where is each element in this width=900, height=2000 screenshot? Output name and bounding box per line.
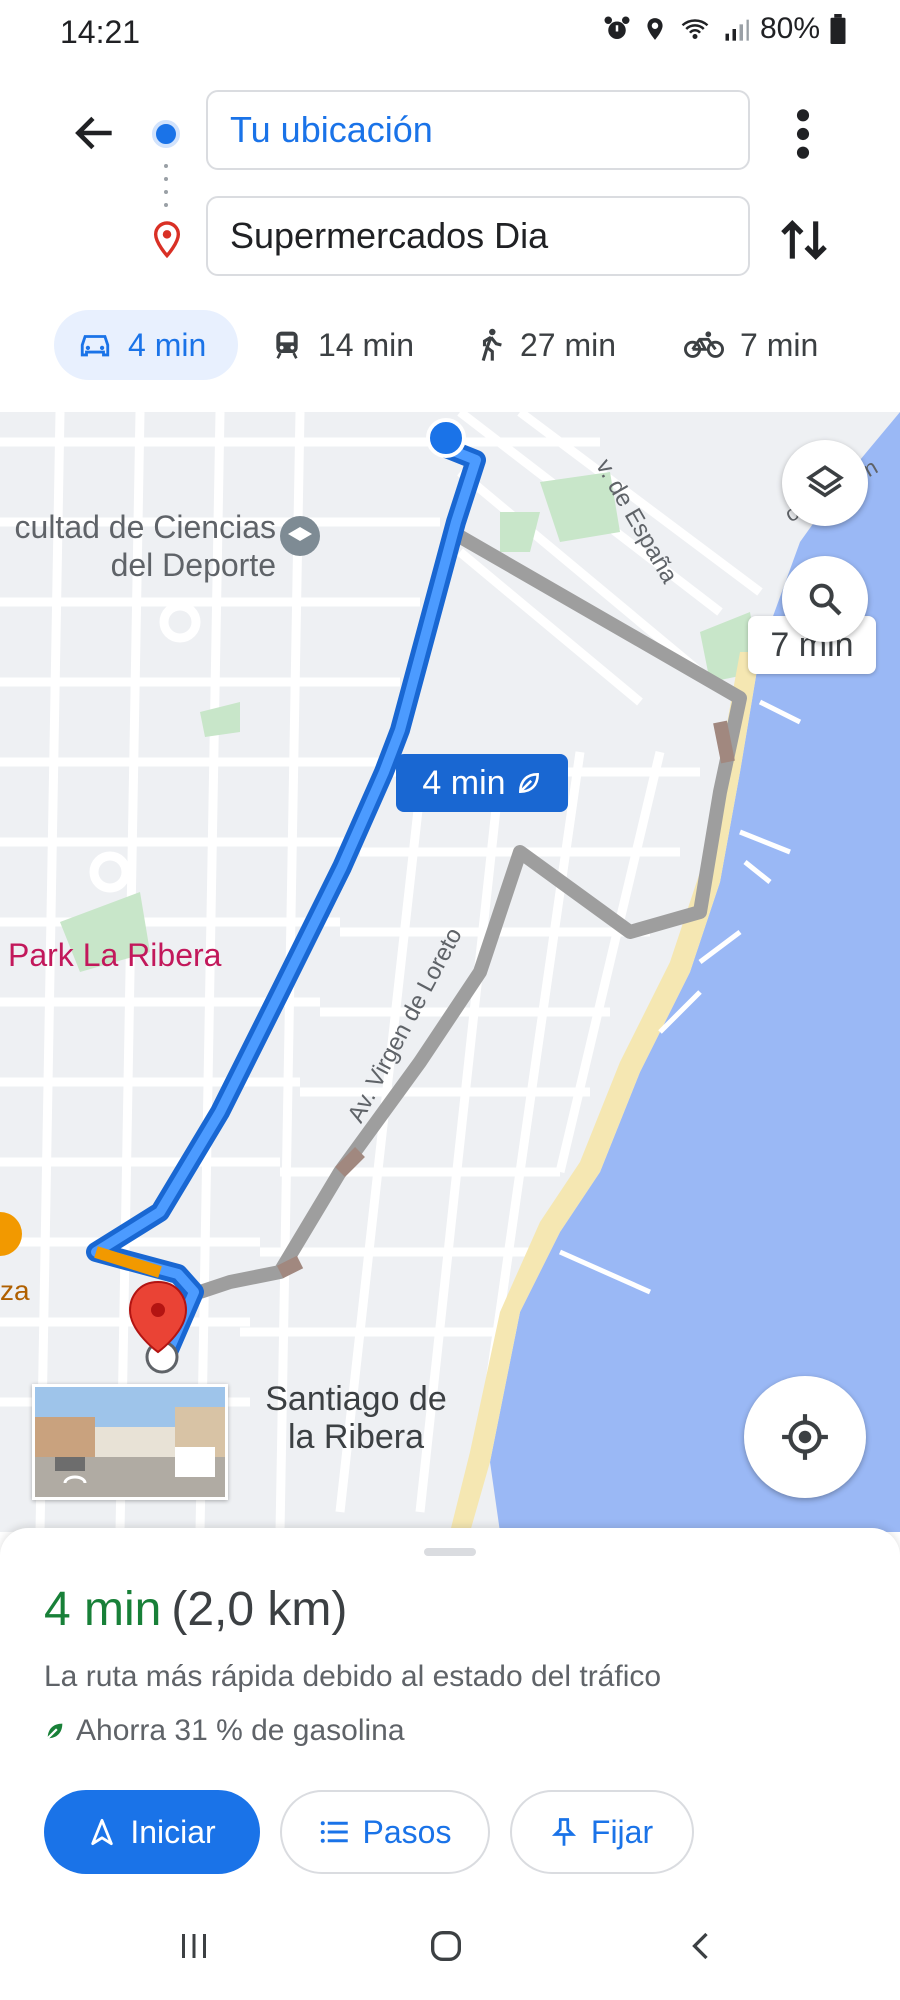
tab-walking[interactable]: 27 min	[478, 310, 616, 380]
map-search-button[interactable]	[782, 556, 868, 642]
tab-driving[interactable]: 4 min	[54, 310, 238, 380]
search-icon	[809, 583, 842, 616]
list-icon	[320, 1821, 348, 1843]
route-time-badge[interactable]: 4 min	[396, 754, 568, 812]
pin-button[interactable]: Fijar	[510, 1790, 694, 1874]
origin-dot-icon	[152, 120, 180, 148]
walk-icon	[481, 328, 502, 362]
eco-leaf-icon	[518, 773, 539, 793]
directions-header: Tu ubicación Supermercados Dia 4 min 14 …	[0, 66, 900, 412]
map-label-park: Park La Ribera	[8, 937, 222, 973]
destination-input[interactable]: Supermercados Dia	[206, 196, 750, 276]
my-location-icon	[782, 1414, 828, 1460]
tab-walking-label: 27 min	[520, 326, 617, 363]
swap-vert-icon[interactable]	[776, 212, 832, 268]
tab-cycling[interactable]: 7 min	[684, 310, 818, 380]
route-duration: 4 min	[44, 1583, 162, 1636]
system-nav-bar	[0, 1900, 900, 2000]
navigation-arrow-icon	[91, 1818, 114, 1846]
back-nav-icon[interactable]	[684, 1928, 720, 1964]
tab-transit-label: 14 min	[318, 326, 415, 363]
route-time-badge-label: 4 min	[422, 763, 506, 802]
layers-button[interactable]	[782, 440, 868, 526]
travel-mode-tabs: 4 min 14 min 27 min 7 min	[54, 310, 854, 380]
map-label-santiago: Santiago de la Ribera	[265, 1380, 447, 1456]
street-view-thumbnail[interactable]	[32, 1384, 228, 1500]
back-arrow-icon[interactable]	[70, 108, 120, 158]
status-bar: 14:21 80%	[0, 0, 900, 66]
route-bottom-sheet: 4 min (2,0 km) La ruta más rápida debido …	[0, 1528, 900, 2000]
alarm-icon	[604, 16, 630, 39]
route-distance: (2,0 km)	[171, 1583, 348, 1636]
fuel-savings-text: Ahorra 31 % de gasolina	[76, 1714, 405, 1747]
start-navigation-button[interactable]: Iniciar	[44, 1790, 260, 1874]
more-vert-icon[interactable]	[788, 106, 818, 162]
battery-icon	[830, 14, 846, 44]
eco-leaf-icon	[46, 1723, 63, 1740]
sheet-drag-handle[interactable]	[424, 1548, 476, 1556]
fuel-savings: Ahorra 31 % de gasolina	[44, 1714, 405, 1748]
orange-poi-icon	[0, 1212, 22, 1256]
tab-cycling-label: 7 min	[740, 326, 819, 363]
battery-percent: 80%	[759, 12, 820, 45]
home-icon[interactable]	[426, 1926, 466, 1966]
route-connector	[164, 164, 168, 220]
pin-label: Fijar	[590, 1813, 654, 1850]
map-label-facultad: cultad de Ciencias del Deporte	[14, 509, 276, 583]
status-icons: 80%	[602, 12, 846, 46]
map-view[interactable]: cultad de Ciencias del Deporte Park La R…	[0, 412, 900, 1532]
tab-transit[interactable]: 14 min	[272, 310, 414, 380]
train-icon	[276, 331, 298, 359]
pushpin-icon	[551, 1818, 576, 1846]
recent-apps-icon[interactable]	[176, 1928, 212, 1964]
map-label-za: za	[0, 1275, 30, 1306]
location-icon	[647, 18, 663, 40]
tab-driving-label: 4 min	[128, 326, 207, 363]
street-view-image	[35, 1387, 225, 1497]
layers-icon	[806, 465, 844, 498]
start-navigation-label: Iniciar	[130, 1813, 216, 1850]
signal-icon	[725, 19, 749, 41]
destination-pin-icon	[153, 221, 181, 259]
wifi-icon	[681, 19, 709, 39]
current-location-icon	[426, 418, 466, 458]
steps-label: Pasos	[362, 1813, 452, 1850]
recenter-button[interactable]	[744, 1376, 866, 1498]
car-icon	[80, 335, 110, 357]
status-time: 14:21	[60, 14, 141, 50]
steps-button[interactable]: Pasos	[280, 1790, 490, 1874]
origin-input[interactable]: Tu ubicación	[206, 90, 750, 170]
route-summary: 4 min (2,0 km)	[44, 1582, 347, 1637]
bike-icon	[684, 331, 724, 358]
route-reason: La ruta más rápida debido al estado del …	[44, 1660, 662, 1693]
